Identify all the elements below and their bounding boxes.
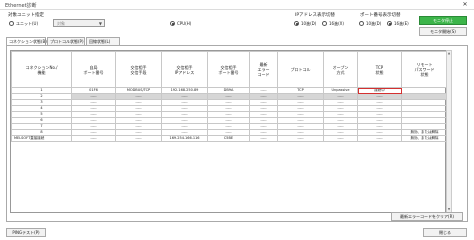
col-header-connection-no: コネクションNo./ 機能	[11, 51, 72, 88]
unit-radio[interactable]	[9, 21, 14, 26]
ping-test-button[interactable]: PINGテスト(P)	[6, 228, 46, 237]
tab-protocol-status[interactable]: プロトコル状態(P)	[47, 37, 85, 45]
cell-own-port: -----	[71, 135, 116, 142]
col-header-remote-password: リモート パスワード 状態	[401, 51, 448, 88]
cell-protocol: -----	[277, 135, 324, 142]
col-header-latest-error: 最新 エラー コード	[249, 51, 278, 88]
monitor-stop-button[interactable]: モニタ停止	[419, 16, 467, 25]
connection-status-table: コネクションNo./ 機能 自局 ポート番号 交信相手 交信手段 交信相手 IP…	[10, 50, 448, 213]
clear-error-code-button[interactable]: 最新エラーコードをクリア(R)	[391, 212, 463, 221]
col-header-protocol: プロトコル	[277, 51, 324, 88]
window-close-icon[interactable]: ✕	[456, 0, 474, 10]
unit-radio-label: ユニット(U)	[16, 20, 39, 26]
ip-display-label: IPアドレス表示切替	[295, 13, 336, 18]
chevron-down-icon: ▼	[98, 21, 102, 26]
port-hex-label: 16進(E)	[394, 20, 409, 26]
ip-hex-label: 16進(X)	[329, 20, 344, 26]
tab-line-status[interactable]: 回線状態(L)	[86, 37, 120, 45]
col-header-partner-port: 交信相手 ポート番号	[207, 51, 250, 88]
col-header-partner-ip: 交信相手 IPアドレス	[161, 51, 208, 88]
window-title: Ethernet診断	[5, 3, 37, 9]
vertical-scrollbar[interactable]: ▲ ▼	[446, 50, 452, 213]
cell-tcp-status: -----	[357, 135, 402, 142]
cell-remote-password: 無効、または解除	[401, 135, 448, 142]
port-dec-radio[interactable]	[359, 21, 364, 26]
close-button[interactable]: 閉じる	[423, 228, 467, 237]
monitor-start-button[interactable]: モニタ開始(S)	[419, 27, 467, 36]
table-row[interactable]: MELSOFT直接接続 ----- ----- 169.254.166.116 …	[11, 135, 448, 142]
cell-connection-no: MELSOFT直接接続	[11, 135, 72, 142]
col-header-tcp-status: TCP 状態	[357, 51, 402, 88]
cell-latest-error: -----	[249, 135, 278, 142]
cell-open-method: -----	[323, 135, 358, 142]
cell-partner-method: -----	[115, 135, 162, 142]
unit-select[interactable]: 対象 ▼	[53, 19, 105, 27]
cpu-radio-label: CPU(H)	[177, 20, 192, 26]
port-display-label: ポート番号表示切替	[360, 13, 401, 18]
port-hex-radio[interactable]	[387, 21, 392, 26]
ip-dec-label: 10進(D)	[301, 20, 317, 26]
window-titlebar: Ethernet診断 ✕	[0, 0, 474, 10]
port-dec-label: 10進(D)	[366, 20, 382, 26]
col-header-partner-method: 交信相手 交信手段	[115, 51, 162, 88]
cpu-radio[interactable]	[170, 21, 175, 26]
col-header-open-method: オープン 方式	[323, 51, 358, 88]
cell-partner-port: C5BE	[207, 135, 250, 142]
ip-dec-radio[interactable]	[294, 21, 299, 26]
scroll-up-icon[interactable]: ▲	[447, 51, 451, 56]
ip-hex-radio[interactable]	[322, 21, 327, 26]
table-header-row: コネクションNo./ 機能 自局 ポート番号 交信相手 交信手段 交信相手 IP…	[11, 51, 448, 88]
col-header-own-port: 自局 ポート番号	[71, 51, 116, 88]
unit-select-value: 対象	[57, 21, 65, 26]
target-unit-label: 対象ユニット指定	[8, 13, 44, 18]
cell-partner-ip: 169.254.166.116	[161, 135, 208, 142]
